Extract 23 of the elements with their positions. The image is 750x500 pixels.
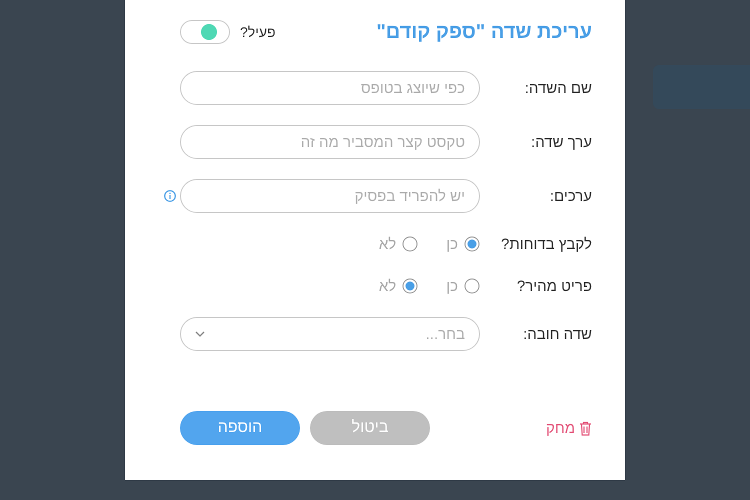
cancel-button[interactable]: ביטול bbox=[310, 411, 430, 445]
field-label: ערך שדה: bbox=[530, 134, 592, 150]
delete-link[interactable]: מחק bbox=[546, 420, 592, 436]
field-label: ערכים: bbox=[548, 188, 592, 204]
radio-option[interactable]: לא bbox=[378, 278, 418, 294]
field-label: לקבץ בדוחות? bbox=[500, 236, 592, 252]
chevron-icon bbox=[195, 331, 205, 337]
radio-option[interactable]: כן bbox=[446, 236, 480, 252]
radio-option[interactable]: לא bbox=[378, 236, 418, 252]
input-field[interactable]: יש להפריד בפסיק bbox=[180, 179, 480, 213]
dialog-title: עריכת שדה "ספק קודם" bbox=[376, 20, 592, 44]
trash-icon bbox=[579, 420, 592, 436]
radio-option[interactable]: כן bbox=[446, 278, 480, 294]
active-label: פעיל? bbox=[240, 24, 276, 40]
info-icon[interactable] bbox=[164, 190, 176, 202]
input-field[interactable]: כפי שיוצג בטופס bbox=[180, 71, 480, 105]
select-field[interactable]: בחר... bbox=[180, 317, 480, 351]
field-label: שדה חובה: bbox=[522, 326, 592, 342]
field-label: שם השדה: bbox=[524, 80, 592, 96]
add-button[interactable]: הוספה bbox=[180, 411, 300, 445]
field-label: פריט מהיר? bbox=[516, 278, 592, 294]
input-field[interactable]: טקסט קצר המסביר מה זה bbox=[180, 125, 480, 159]
toggle-switch[interactable] bbox=[180, 20, 230, 44]
